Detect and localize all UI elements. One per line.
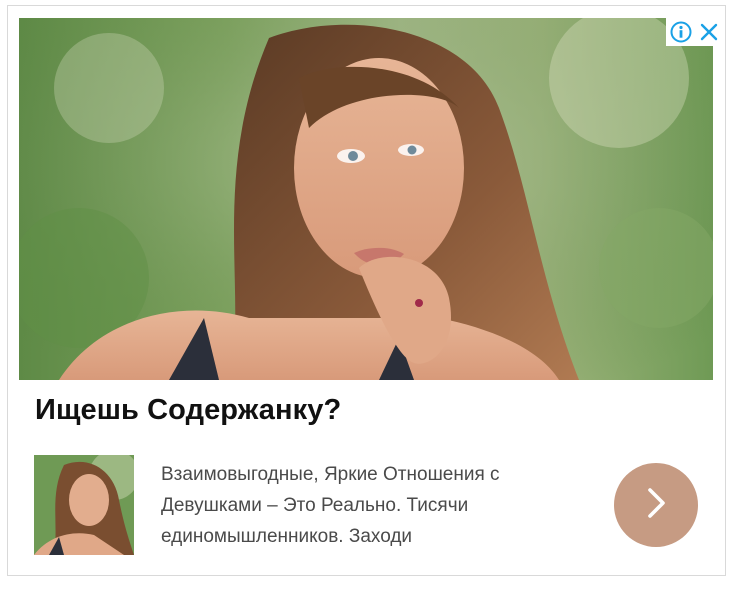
info-icon[interactable] xyxy=(669,20,693,44)
ad-description: Взаимовыгодные, Яркие Отношения с Девушк… xyxy=(161,459,581,552)
description-line: Взаимовыгодные, Яркие Отношения с xyxy=(161,464,500,485)
adchoices-bar xyxy=(666,18,724,46)
cta-button[interactable] xyxy=(614,463,698,547)
description-line: единомышленников. Заходи xyxy=(161,526,413,547)
close-icon[interactable] xyxy=(697,20,721,44)
ad-headline[interactable]: Ищешь Содержанку? xyxy=(35,394,341,427)
ad-thumbnail[interactable] xyxy=(34,455,134,555)
chevron-right-icon xyxy=(641,485,671,526)
description-line: Девушками – Это Реально. Тисячи xyxy=(161,495,469,516)
hero-image[interactable] xyxy=(19,18,713,380)
